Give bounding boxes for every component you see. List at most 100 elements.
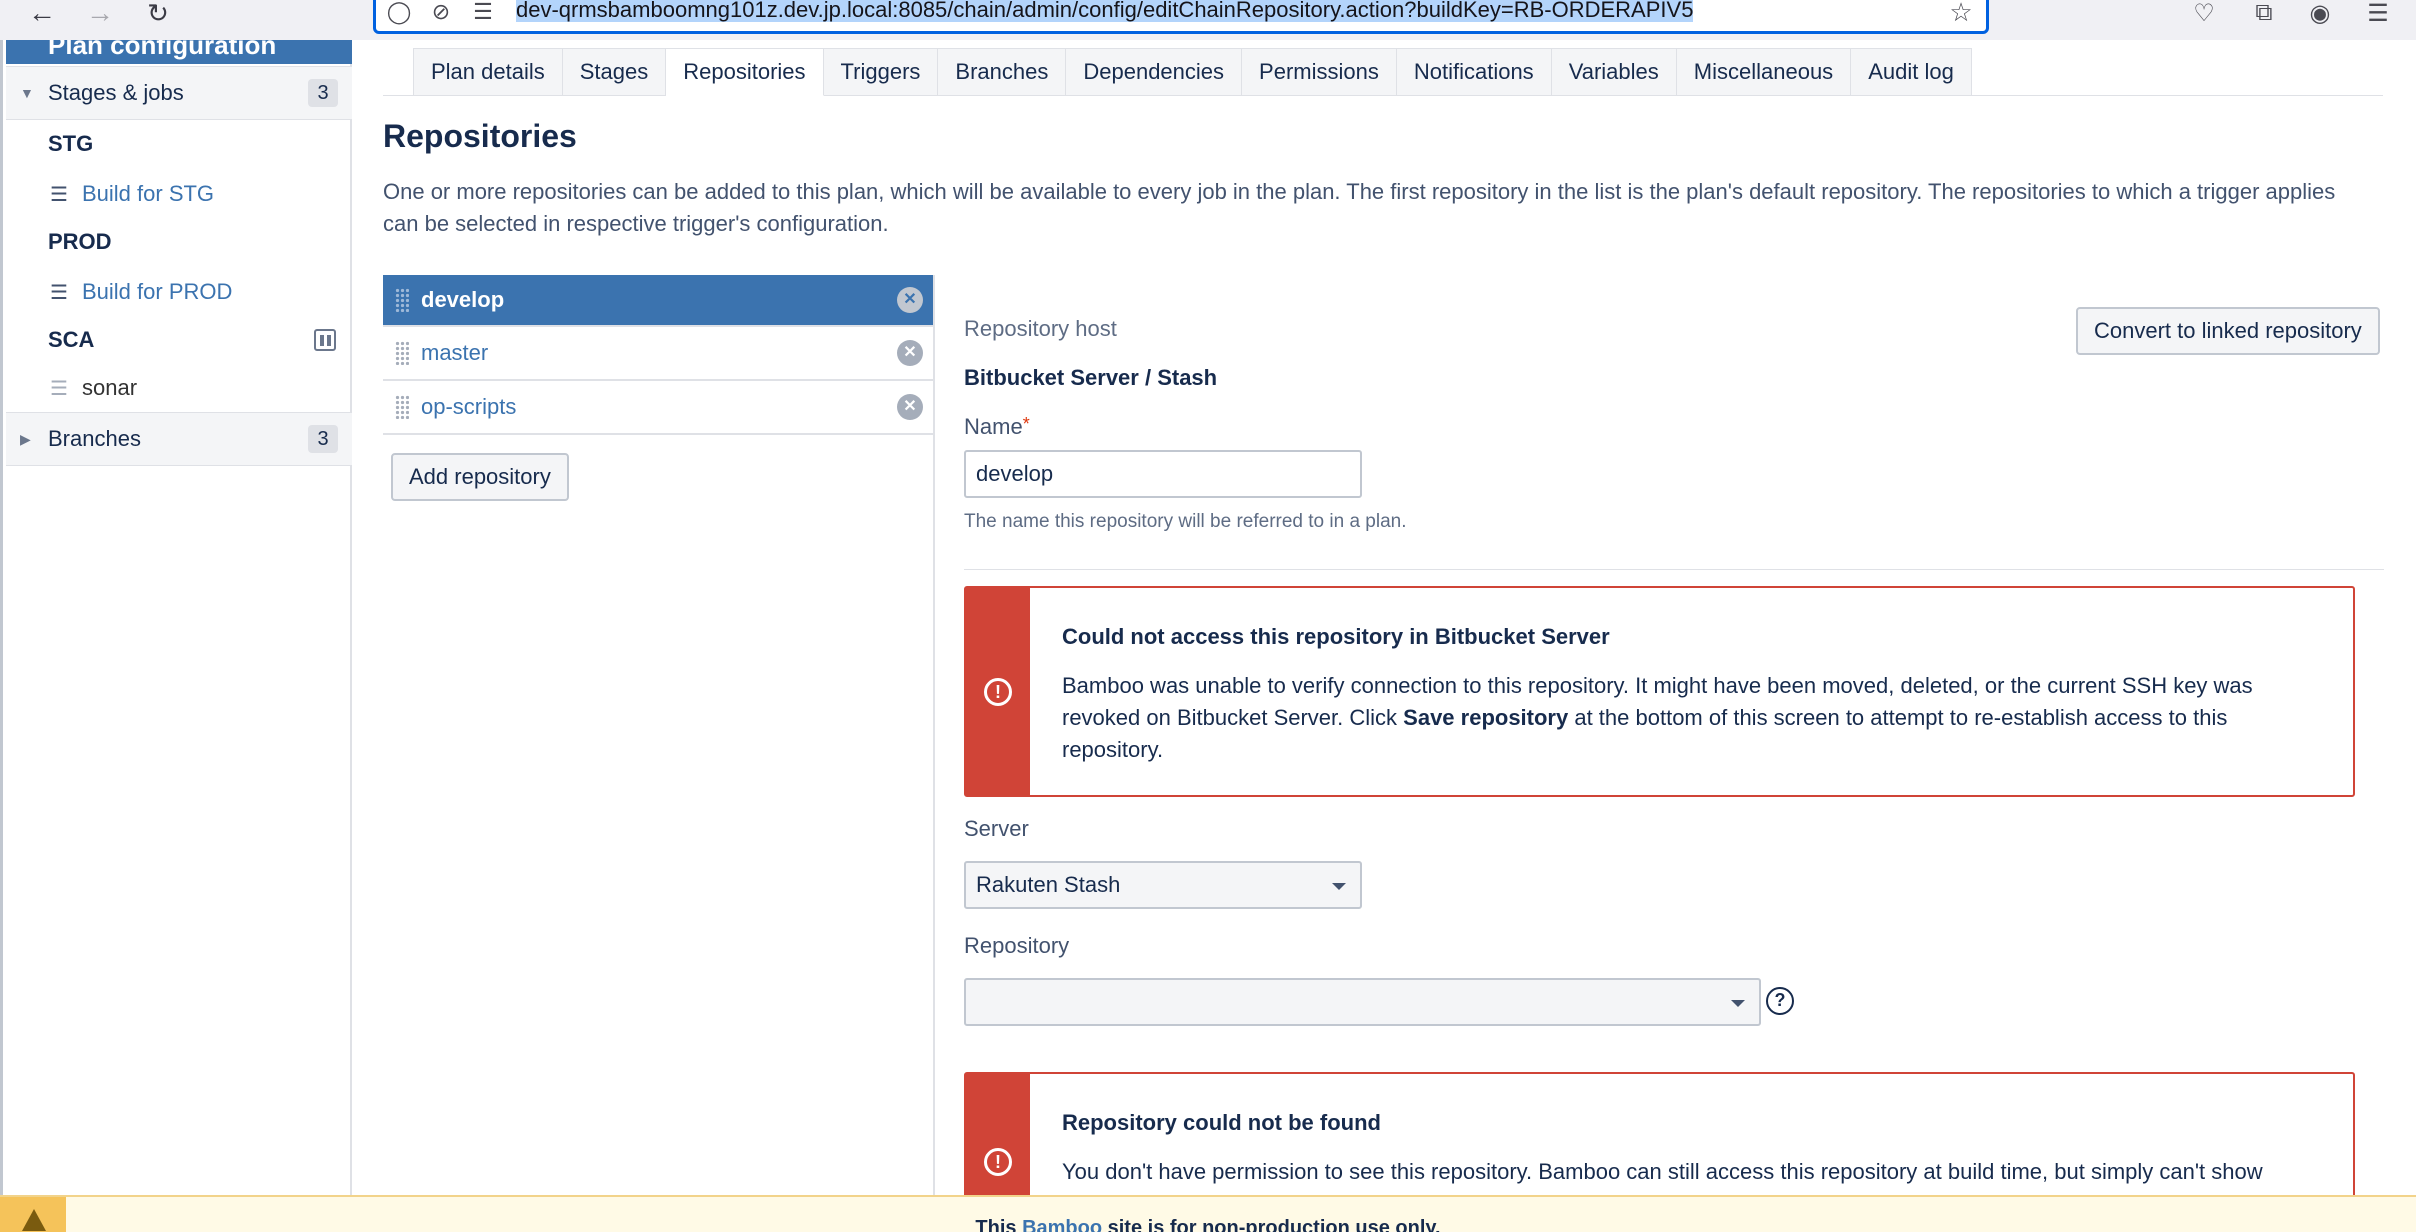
drag-handle-icon[interactable]: [395, 288, 409, 312]
drag-handle-icon[interactable]: [395, 341, 409, 365]
forward-icon[interactable]: →: [80, 0, 120, 27]
job-sonar[interactable]: ☰ sonar: [6, 364, 352, 412]
server-select[interactable]: Rakuten Stash: [964, 861, 1362, 909]
remove-icon[interactable]: ✕: [897, 287, 923, 313]
plan-sidebar: Plan configuration ▼ Stages & jobs 3 STG…: [0, 40, 352, 1195]
url-text[interactable]: dev-qrmsbamboomng101z.dev.jp.local:8085/…: [516, 0, 1694, 25]
tab-variables[interactable]: Variables: [1551, 48, 1677, 96]
account-icon[interactable]: ◉: [2302, 0, 2338, 27]
count-badge: 3: [308, 425, 338, 453]
add-repository-button[interactable]: Add repository: [391, 453, 569, 501]
convert-linked-repository-button[interactable]: Convert to linked repository: [2076, 307, 2380, 355]
sidebar-item-label: Branches: [48, 426, 141, 451]
error-icon: !: [984, 678, 1012, 706]
error-body: Bamboo was unable to verify connection t…: [1062, 670, 2332, 766]
panel-divider: [933, 275, 935, 1195]
stage-sca: SCA: [6, 316, 352, 364]
job-build-prod[interactable]: ☰ Build for PROD: [6, 268, 352, 316]
count-badge: 3: [308, 79, 338, 107]
page-settings-icon[interactable]: ☰: [468, 0, 498, 25]
sidebar-item-label: Stages & jobs: [48, 80, 184, 105]
job-link[interactable]: sonar: [82, 375, 137, 401]
url-bar[interactable]: ◯ ⊘ ☰ dev-qrmsbamboomng101z.dev.jp.local…: [373, 0, 1989, 34]
error-title: Could not access this repository in Bitb…: [1062, 624, 1610, 649]
remove-icon[interactable]: ✕: [897, 394, 923, 420]
shield-icon[interactable]: ◯: [384, 0, 414, 25]
error-body-emphasis: Save repository: [1403, 705, 1569, 730]
server-label: Server: [964, 816, 1029, 841]
name-hint: The name this repository will be referre…: [964, 511, 1407, 532]
tab-audit-log[interactable]: Audit log: [1851, 48, 1972, 96]
banner-text-end: site is for non-production use only.: [1102, 1217, 1441, 1232]
back-icon[interactable]: ←: [22, 0, 62, 27]
banner-text: This Bamboo site is for non-production u…: [0, 1217, 2416, 1232]
drag-handle-icon[interactable]: [395, 395, 409, 419]
pocket-icon[interactable]: ♡: [2186, 0, 2222, 27]
repository-item[interactable]: op-scripts ✕: [383, 381, 933, 435]
browser-toolbar: ← → ↻ ◯ ⊘ ☰ dev-qrmsbamboomng101z.dev.jp…: [0, 0, 2416, 40]
tab-repositories[interactable]: Repositories: [666, 48, 824, 96]
non-production-banner: This Bamboo site is for non-production u…: [0, 1195, 2416, 1232]
chevron-down-icon: [1332, 883, 1346, 890]
repository-item[interactable]: master ✕: [383, 327, 933, 381]
repository-host-label: Repository host: [964, 316, 1117, 341]
bookmark-star-icon[interactable]: ☆: [1946, 0, 1976, 27]
repository-name[interactable]: op-scripts: [421, 394, 516, 420]
tab-miscellaneous[interactable]: Miscellaneous: [1676, 48, 1852, 96]
job-link[interactable]: Build for PROD: [82, 279, 232, 305]
name-label-text: Name: [964, 414, 1023, 439]
job-build-stg[interactable]: ☰ Build for STG: [6, 170, 352, 218]
repository-item[interactable]: develop ✕: [383, 275, 933, 327]
expand-down-icon[interactable]: ▼: [20, 85, 34, 101]
name-label: Name*: [964, 414, 1030, 440]
extensions-icon[interactable]: ⧉: [2246, 0, 2282, 26]
expand-right-icon[interactable]: ▶: [20, 431, 31, 448]
sidebar-header[interactable]: Plan configuration: [6, 40, 352, 64]
help-icon[interactable]: ?: [1766, 987, 1794, 1015]
repository-name[interactable]: develop: [421, 287, 504, 313]
stage-label: STG: [48, 131, 94, 156]
error-stripe: !: [966, 588, 1030, 795]
stage-stg: STG: [6, 120, 352, 168]
job-link[interactable]: Build for STG: [82, 181, 214, 207]
server-select-value: Rakuten Stash: [976, 872, 1121, 897]
job-list-icon: ☰: [50, 377, 68, 400]
job-list-icon: ☰: [50, 183, 68, 206]
error-icon: !: [984, 1148, 1012, 1176]
repository-select[interactable]: [964, 978, 1761, 1026]
stage-label: PROD: [48, 229, 112, 254]
repository-name[interactable]: master: [421, 340, 488, 366]
error-message-access: ! Could not access this repository in Bi…: [964, 586, 2355, 797]
tab-branches[interactable]: Branches: [938, 48, 1067, 96]
page-title: Repositories: [383, 118, 577, 154]
page-description: One or more repositories can be added to…: [383, 179, 2336, 236]
bamboo-link[interactable]: Bamboo: [1022, 1217, 1102, 1232]
pause-icon[interactable]: [314, 329, 336, 351]
banner-text-start: This: [975, 1217, 1023, 1232]
menu-icon[interactable]: ☰: [2360, 0, 2396, 27]
tab-notifications[interactable]: Notifications: [1396, 48, 1552, 96]
config-tabs: Plan details Stages Repositories Trigger…: [413, 48, 1972, 96]
job-list-icon: ☰: [50, 281, 68, 304]
stage-label: SCA: [48, 327, 95, 352]
repository-host-value: Bitbucket Server / Stash: [964, 365, 1218, 390]
tab-stages[interactable]: Stages: [562, 48, 667, 96]
sidebar-item-branches[interactable]: ▶ Branches 3: [6, 412, 352, 466]
repository-list: develop ✕ master ✕ op-scripts ✕: [383, 275, 933, 435]
required-mark: *: [1022, 414, 1030, 434]
remove-icon[interactable]: ✕: [897, 340, 923, 366]
error-title: Repository could not be found: [1062, 1110, 1381, 1135]
repository-label: Repository: [964, 933, 1070, 958]
tab-permissions[interactable]: Permissions: [1242, 48, 1397, 96]
tab-dependencies[interactable]: Dependencies: [1066, 48, 1243, 96]
stage-prod: PROD: [6, 218, 352, 266]
error-body: You don't have permission to see this re…: [1062, 1159, 2263, 1184]
tab-triggers[interactable]: Triggers: [823, 48, 939, 96]
section-divider: [964, 569, 2384, 570]
insecure-lock-icon[interactable]: ⊘: [426, 0, 456, 25]
sidebar-item-stages-jobs[interactable]: ▼ Stages & jobs 3: [6, 66, 352, 120]
reload-icon[interactable]: ↻: [138, 0, 178, 26]
name-field[interactable]: develop: [964, 450, 1362, 498]
tab-plan-details[interactable]: Plan details: [413, 48, 563, 96]
chevron-down-icon: [1731, 1000, 1745, 1007]
